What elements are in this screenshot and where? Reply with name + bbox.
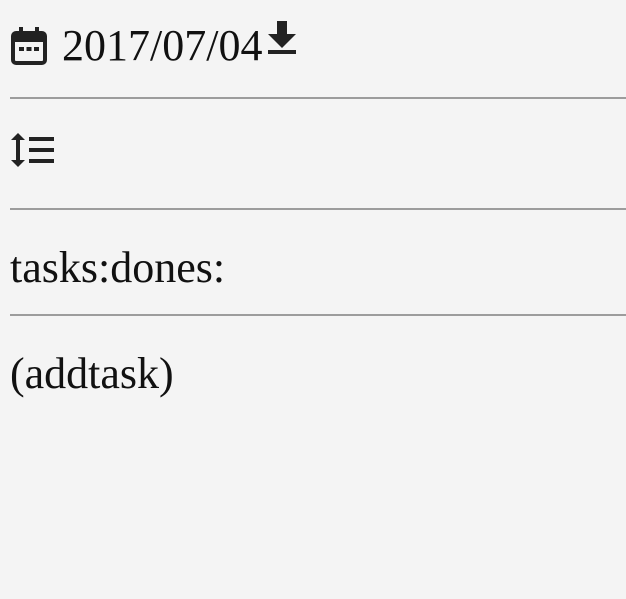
add-task-button[interactable]: (addtask) xyxy=(10,352,174,396)
tasks-dones-label: tasks:dones: xyxy=(10,243,226,292)
sort-toolbar xyxy=(10,130,626,170)
sort-list-icon[interactable] xyxy=(10,132,56,168)
current-date[interactable]: 2017/07/04 xyxy=(62,24,262,68)
divider xyxy=(10,208,626,210)
add-task-row: (addtask) xyxy=(10,346,626,402)
date-header: 2017/07/04 xyxy=(10,18,626,74)
tasks-summary: tasks:dones: xyxy=(10,240,626,296)
divider xyxy=(10,314,626,316)
divider xyxy=(10,97,626,99)
download-icon[interactable] xyxy=(266,19,298,55)
app-root: 2017/07/04 tasks:dones: (addtask) xyxy=(0,0,626,599)
calendar-icon[interactable] xyxy=(10,26,48,66)
